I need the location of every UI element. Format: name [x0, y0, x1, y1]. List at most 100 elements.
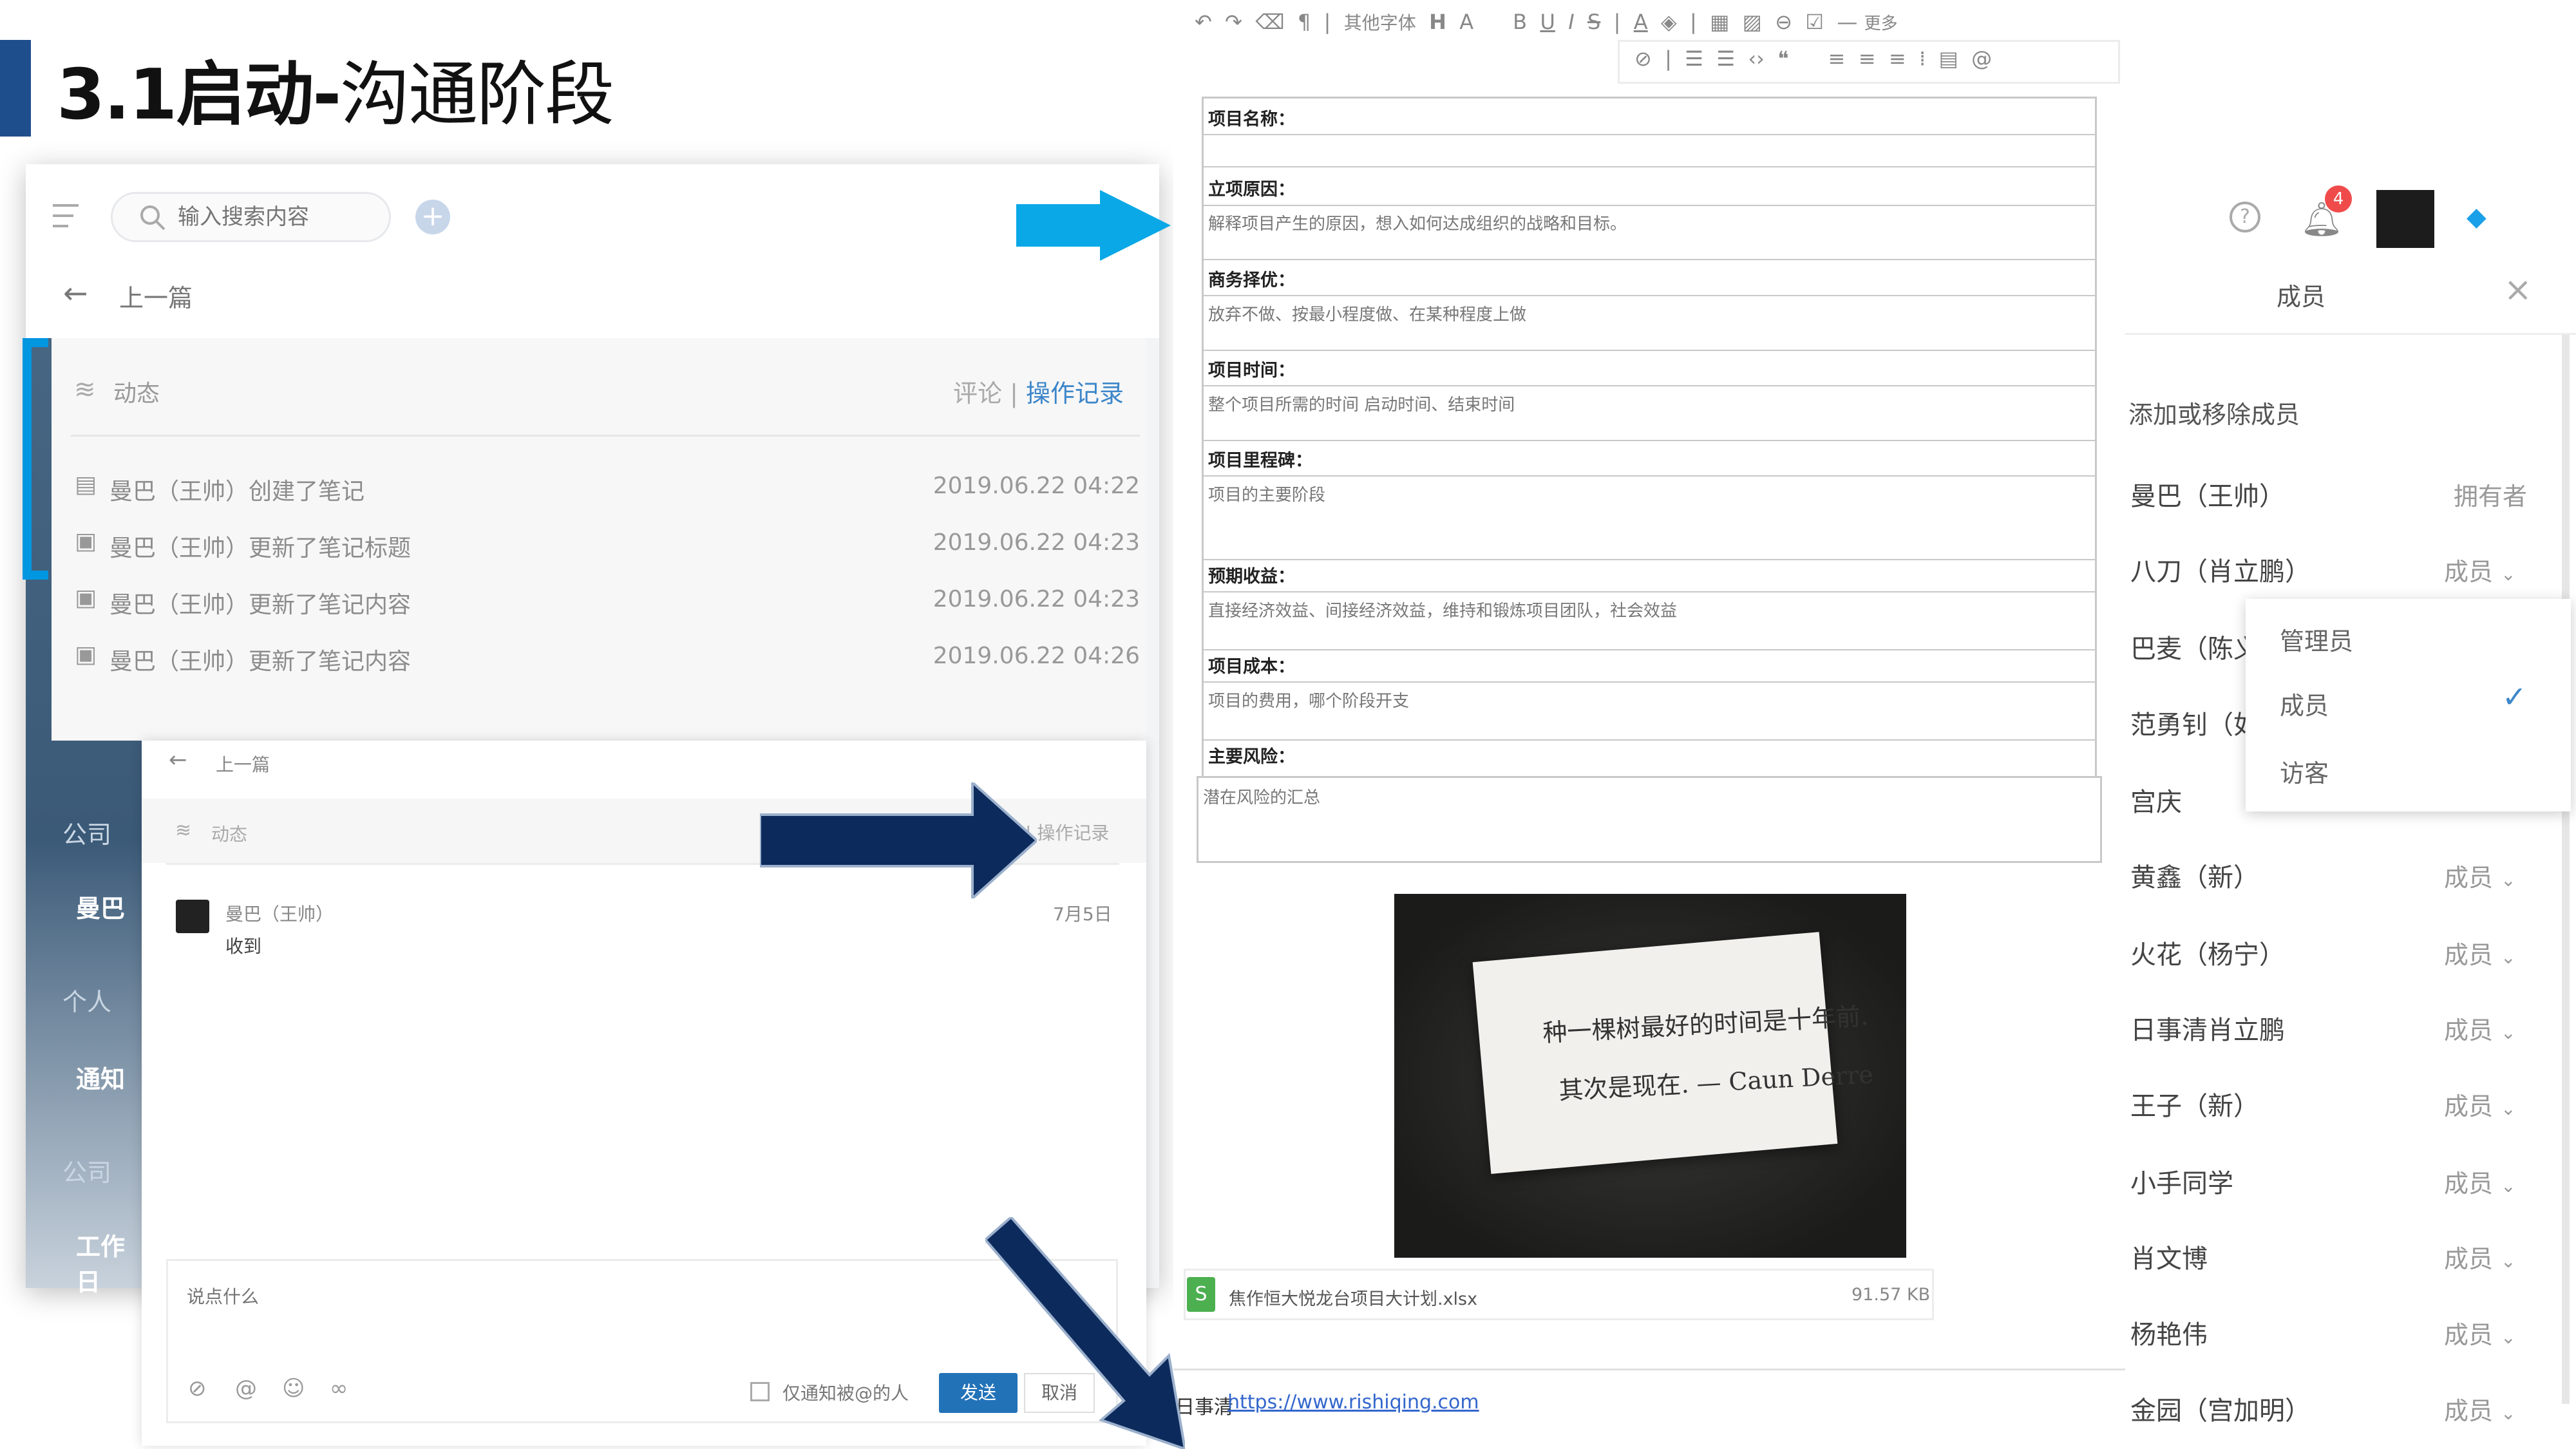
code-icon[interactable]: ‹›	[1748, 46, 1765, 71]
member-role: 拥有者	[2454, 482, 2528, 511]
strikethrough-icon[interactable]: S	[1587, 10, 1600, 34]
field-hint[interactable]: 解释项目产生的原因，想入如何达成组织的战略和目标。	[1208, 211, 1627, 234]
notify-checkbox[interactable]	[750, 1382, 770, 1401]
member-role-select[interactable]: 成员 ⌄	[2444, 858, 2516, 893]
member-role-select[interactable]: 成员 ⌄	[2444, 1010, 2516, 1046]
field-label: 项目里程碑：	[1208, 451, 1312, 471]
link-icon[interactable]: ⊖	[1775, 10, 1792, 34]
redo-icon[interactable]: ↷	[1225, 10, 1242, 34]
eraser-icon[interactable]: ⌫	[1255, 10, 1284, 34]
tab-comment[interactable]: 评论	[953, 379, 1002, 408]
member-role: 成员	[2444, 1397, 2494, 1425]
table-icon[interactable]: ▦	[1710, 10, 1729, 34]
back-arrow-icon[interactable]: ←	[63, 276, 88, 310]
notification-badge: 4	[2325, 185, 2352, 213]
indent-icon[interactable]: ≡	[1859, 46, 1876, 71]
format-painter-icon[interactable]: ¶	[1298, 10, 1311, 34]
member-role-select[interactable]: 成员 ⌄	[2444, 1239, 2516, 1274]
edit-icon: ▣	[75, 528, 97, 554]
close-icon[interactable]: ×	[2504, 270, 2532, 309]
field-hint[interactable]: 项目的费用，哪个阶段开支	[1208, 688, 1409, 712]
more-button[interactable]: 更多	[1864, 14, 1898, 33]
field-hint[interactable]: 放弃不做、按最小程度做、在某种程度上做	[1208, 301, 1526, 325]
ordered-list-icon[interactable]: ☰	[1685, 46, 1703, 71]
attachment-icon[interactable]: ⊘	[188, 1376, 207, 1401]
mention-icon[interactable]: @	[235, 1376, 257, 1401]
highlight-icon[interactable]: ◈	[1661, 10, 1677, 34]
help-icon[interactable]: ?	[2230, 202, 2260, 232]
tab-log[interactable]: | 操作记录	[1025, 819, 1109, 845]
mention-icon[interactable]: @	[1971, 46, 1992, 71]
emoji-icon[interactable]: ☺	[282, 1376, 305, 1401]
outdent-icon[interactable]: ≡	[1889, 46, 1906, 71]
sidebar-item-manba[interactable]: 曼巴	[26, 889, 148, 924]
arrow-right-navy	[760, 782, 1037, 898]
heading-icon[interactable]: H	[1429, 10, 1446, 34]
scrollbar[interactable]	[2562, 335, 2570, 1404]
back-label[interactable]: 上一篇	[119, 278, 193, 314]
role-option-member[interactable]: 成员	[2280, 686, 2329, 721]
quote-icon[interactable]: ❝	[1777, 46, 1788, 71]
undo-icon[interactable]: ↶	[1195, 10, 1212, 34]
unordered-list-icon[interactable]: ☰	[1716, 46, 1735, 71]
log-time: 2019.06.22 04:23	[933, 586, 1140, 612]
template-icon[interactable]: ▤	[1939, 46, 1958, 71]
underline-icon[interactable]: U	[1540, 10, 1555, 34]
font-select[interactable]: 其他字体	[1344, 12, 1416, 33]
table-line	[1202, 739, 2097, 741]
bold-icon[interactable]: B	[1513, 10, 1527, 34]
attachment-name[interactable]: 焦作恒大悦龙台项目大计划.xlsx	[1229, 1285, 1477, 1310]
checkbox-icon[interactable]: ☑	[1805, 10, 1824, 34]
member-role: 成员	[2444, 1092, 2494, 1121]
horizontal-rule-icon[interactable]: —	[1837, 10, 1857, 34]
toolbar-row-1: ↶ ↷ ⌫ ¶ | 其他字体 H A B U I S | A ◈ | ▦ ▨ ⊖…	[1195, 10, 1898, 34]
search-input[interactable]	[178, 201, 377, 233]
link-icon[interactable]: ∞	[330, 1376, 348, 1401]
member-role-select[interactable]: 成员 ⌄	[2444, 1164, 2516, 1199]
align-left-icon[interactable]: ≡	[1828, 46, 1846, 71]
member-name: 王子（新）	[2130, 1092, 2259, 1121]
footer-link[interactable]: https://www.rishiqing.com	[1227, 1391, 1479, 1414]
chevron-down-icon: ⌄	[2501, 1403, 2516, 1424]
member-name: 火花（杨宁）	[2130, 940, 2285, 970]
menu-icon[interactable]	[53, 203, 81, 229]
member-role-select[interactable]: 成员 ⌄	[2444, 1391, 2516, 1426]
role-option-guest[interactable]: 访客	[2280, 753, 2329, 789]
field-hint[interactable]: 项目的主要阶段	[1208, 482, 1325, 506]
line-height-icon[interactable]: ⁞	[1919, 46, 1926, 71]
unlink-icon[interactable]: ⊘	[1634, 46, 1652, 71]
arrow-down-right-navy	[985, 1217, 1185, 1449]
font-color-icon[interactable]: A	[1634, 10, 1648, 34]
field-label: 项目时间：	[1208, 361, 1295, 381]
comment-input[interactable]	[187, 1280, 831, 1312]
add-icon[interactable]: +	[415, 200, 450, 234]
log-time: 2019.06.22 04:22	[933, 473, 1140, 499]
italic-icon[interactable]: I	[1568, 10, 1574, 34]
role-option-admin[interactable]: 管理员	[2280, 621, 2353, 657]
table-line	[1202, 440, 2097, 441]
image-icon[interactable]: ▨	[1743, 10, 1762, 34]
member-role-select[interactable]: 成员 ⌄	[2444, 1086, 2516, 1122]
member-role-select[interactable]: 成员 ⌄	[2444, 935, 2516, 971]
font-size-icon[interactable]: A	[1459, 10, 1473, 34]
risk-field-box[interactable]	[1197, 776, 2102, 863]
tab-log[interactable]: 操作记录	[1026, 379, 1124, 408]
field-label: 项目成本：	[1208, 657, 1295, 677]
back-arrow-icon[interactable]: ←	[169, 747, 187, 773]
table-line	[1202, 134, 2097, 135]
member-role-select[interactable]: 成员 ⌄	[2444, 1315, 2516, 1350]
field-hint[interactable]: 直接经济效益、间接经济效益，维持和锻炼项目团队，社会效益	[1208, 598, 1677, 621]
notify-label: 仅通知被@的人	[782, 1383, 909, 1404]
sidebar-item-notification[interactable]: 通知	[26, 1059, 148, 1095]
back-label[interactable]: 上一篇	[216, 751, 270, 777]
member-role: 成员	[2444, 1321, 2494, 1349]
field-hint[interactable]: 整个项目所需的时间 启动时间、结束时间	[1208, 392, 1515, 415]
sidebar-item-workday[interactable]: 工作日	[26, 1227, 148, 1298]
user-avatar[interactable]	[2376, 190, 2434, 248]
add-remove-members[interactable]: 添加或移除成员	[2128, 395, 2300, 430]
layers-icon: ≋	[74, 375, 96, 404]
comment-author: 曼巴（王帅）	[225, 904, 334, 925]
diamond-icon[interactable]: ◆	[2467, 202, 2486, 232]
table-line	[1202, 259, 2097, 260]
member-role-select[interactable]: 成员 ⌄	[2444, 552, 2516, 587]
